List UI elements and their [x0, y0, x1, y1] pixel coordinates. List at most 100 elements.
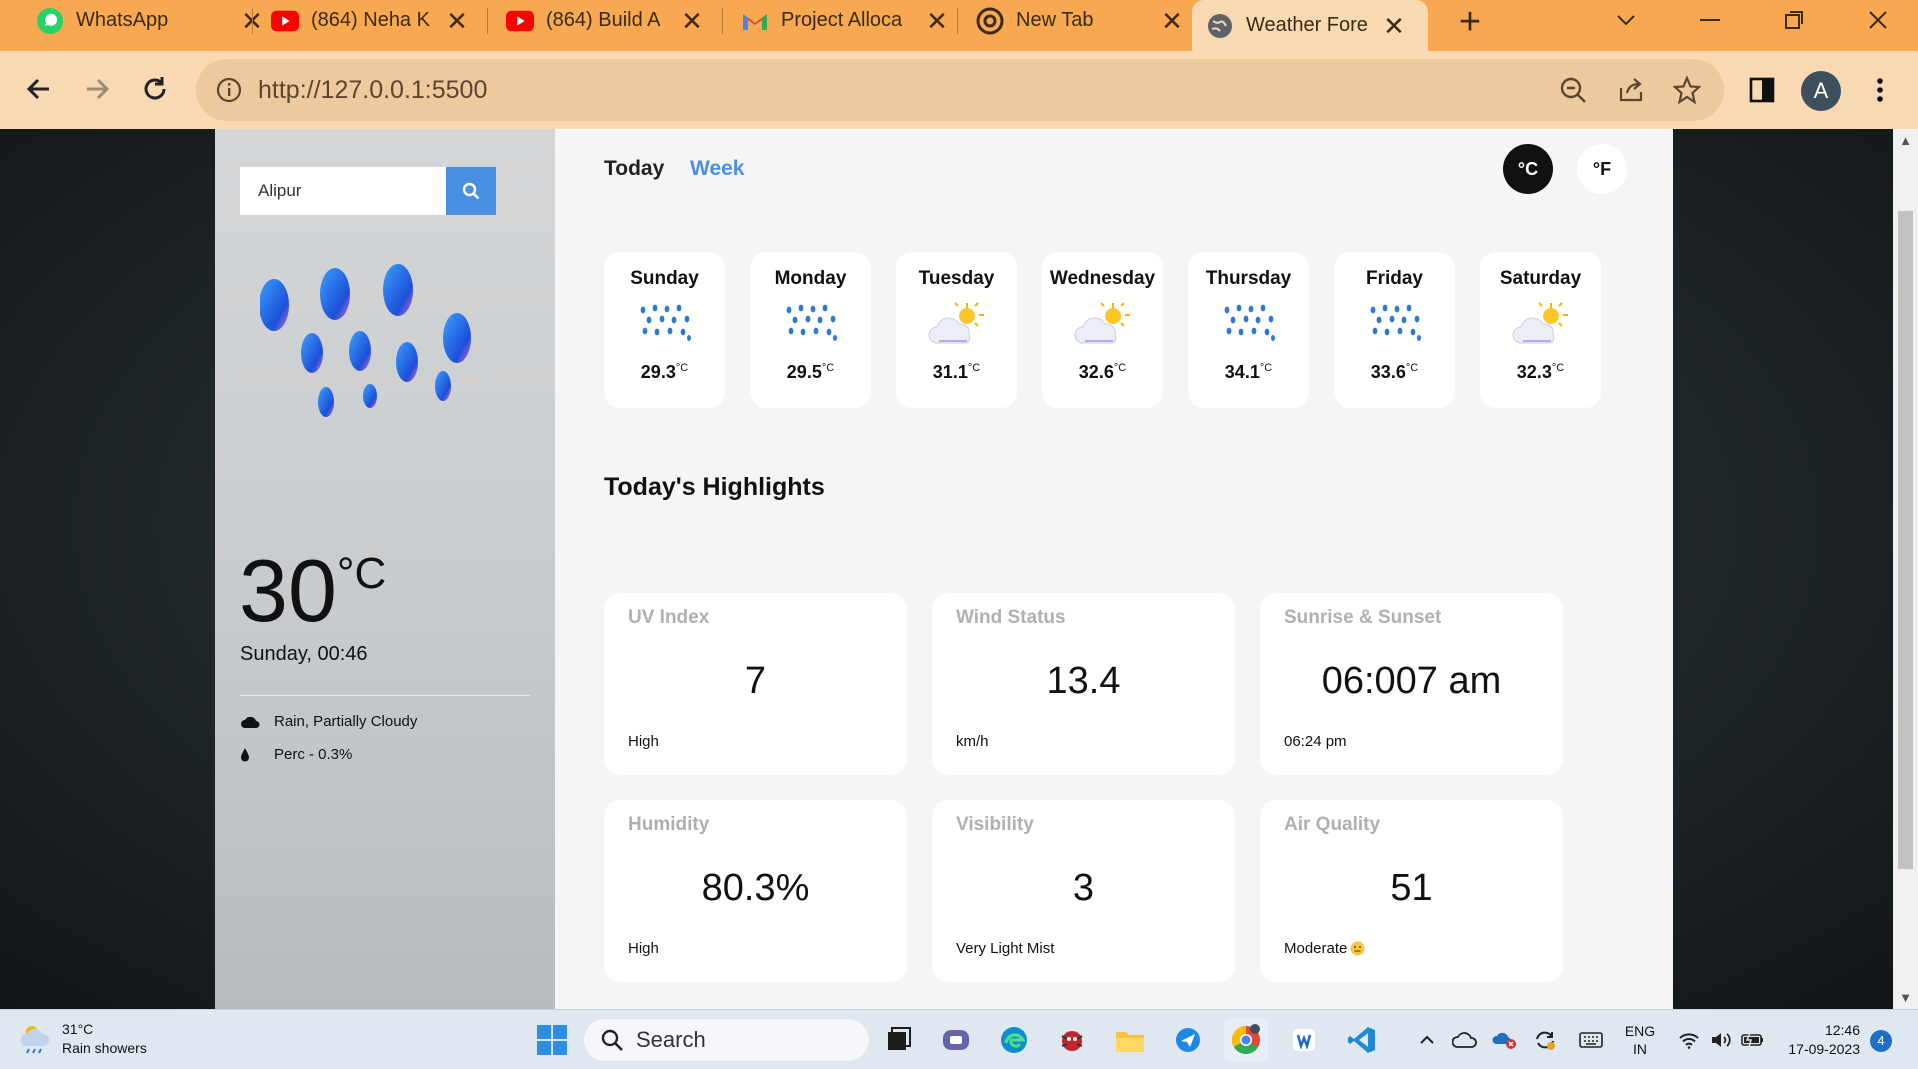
tab-new-tab[interactable]: New Tab ✕ [962, 0, 1200, 41]
show-hidden-icons-chevron-icon[interactable] [1412, 1010, 1442, 1069]
highlight-value: 80.3% [701, 867, 810, 909]
forecast-card-wednesday[interactable]: Wednesday 32.6°C [1042, 252, 1163, 408]
task-view-icon[interactable] [876, 1018, 920, 1062]
forecast-card-tuesday[interactable]: Tuesday 31.1°C [896, 252, 1017, 408]
highlight-sub: Very Light Mist [956, 940, 1055, 957]
zoom-icon[interactable] [1556, 73, 1590, 107]
youtube-icon [271, 7, 299, 35]
side-panel-icon[interactable] [1742, 70, 1782, 110]
highlight-humidity: Humidity 80.3% High [604, 800, 907, 982]
back-button[interactable] [14, 64, 64, 114]
scrollbar-thumb[interactable] [1898, 211, 1913, 869]
precipitation-row: Perc - 0.3% [240, 746, 352, 763]
restore-button[interactable] [1764, 0, 1824, 40]
start-button[interactable] [530, 1018, 574, 1062]
forecast-day: Monday [774, 268, 847, 289]
condition-text: Rain, Partially Cloudy [274, 713, 418, 730]
search-icon [462, 182, 480, 200]
close-tab-icon[interactable]: ✕ [678, 8, 706, 34]
close-tab-icon[interactable]: ✕ [1158, 8, 1186, 34]
forecast-card-saturday[interactable]: Saturday 32.3°C [1480, 252, 1601, 408]
water-drop-icon [241, 747, 249, 761]
onedrive-icon[interactable] [1450, 1010, 1480, 1069]
send-app-icon[interactable] [1166, 1018, 1210, 1062]
region-code: IN [1633, 1041, 1647, 1057]
close-window-button[interactable] [1848, 0, 1908, 40]
condition-row: Rain, Partially Cloudy [240, 713, 417, 730]
notification-badge[interactable]: 4 [1870, 1030, 1892, 1052]
forecast-card-thursday[interactable]: Thursday 34.1°C [1188, 252, 1309, 408]
highlight-label: Humidity [628, 814, 710, 835]
tab-week[interactable]: Week [690, 157, 744, 181]
city-search-input[interactable] [240, 167, 446, 215]
onedrive-error-icon[interactable] [1490, 1010, 1520, 1069]
forecast-card-monday[interactable]: Monday 29.5°C [750, 252, 871, 408]
profile-avatar[interactable]: A [1801, 71, 1841, 111]
menu-kebab-icon[interactable] [1860, 70, 1900, 110]
forecast-day: Wednesday [1049, 268, 1156, 289]
tab-search-chevron-icon[interactable] [1596, 0, 1656, 40]
url-text[interactable]: http://127.0.0.1:5500 [258, 76, 487, 105]
highlight-sub: High [628, 940, 659, 957]
tab-gmail-project[interactable]: Project Alloca ✕ [727, 0, 965, 41]
forecast-card-friday[interactable]: Friday 33.6°C [1334, 252, 1455, 408]
highlight-visibility: Visibility 3 Very Light Mist [932, 800, 1235, 982]
tab-weather-forecast[interactable]: Weather Fore ✕ [1192, 0, 1428, 51]
language-indicator[interactable]: ENG IN [1620, 1010, 1660, 1069]
share-icon[interactable] [1614, 73, 1648, 107]
sync-icon[interactable] [1530, 1010, 1560, 1069]
vscode-icon[interactable] [1340, 1018, 1384, 1062]
keyboard-icon[interactable] [1574, 1010, 1608, 1069]
bookmark-star-icon[interactable] [1670, 73, 1704, 107]
rain-icon [1188, 296, 1309, 352]
tab-youtube-neha[interactable]: (864) Neha Ka ✕ [257, 0, 485, 41]
reload-button[interactable] [130, 64, 180, 114]
system-clock[interactable]: 12:46 17-09-2023 [1776, 1010, 1860, 1069]
scroll-up-icon[interactable]: ▲ [1893, 133, 1918, 148]
minimize-button[interactable] [1680, 0, 1740, 40]
taskbar-weather-widget[interactable]: 31°C Rain showers [20, 1020, 147, 1058]
tab-youtube-build[interactable]: (864) Build A ✕ [492, 0, 720, 41]
address-bar[interactable]: http://127.0.0.1:5500 [196, 59, 1724, 121]
page-viewport: 30°C Sunday, 00:46 Rain, Partially Cloud… [0, 129, 1893, 1009]
tab-title: (864) Neha Ka [311, 9, 431, 31]
teams-chat-icon[interactable] [934, 1018, 978, 1062]
clock-date: 17-09-2023 [1788, 1041, 1860, 1057]
forecast-card-sunday[interactable]: Sunday 29.3°C [604, 252, 725, 408]
volume-icon[interactable] [1706, 1010, 1736, 1069]
fahrenheit-button[interactable]: °F [1577, 144, 1627, 194]
edge-browser-icon[interactable] [992, 1018, 1036, 1062]
battery-icon[interactable] [1738, 1010, 1768, 1069]
page-scrollbar[interactable]: ▲ ▼ [1893, 129, 1918, 1009]
writing-app-icon[interactable] [1282, 1018, 1326, 1062]
scroll-down-icon[interactable]: ▼ [1893, 990, 1918, 1005]
wifi-icon[interactable] [1674, 1010, 1704, 1069]
forecast-day: Saturday [1499, 268, 1582, 289]
close-tab-icon[interactable]: ✕ [443, 8, 471, 34]
highlight-label: UV Index [628, 607, 710, 628]
taskbar-search-placeholder: Search [636, 1027, 706, 1052]
close-tab-icon[interactable]: ✕ [923, 8, 951, 34]
tab-title: WhatsApp [76, 9, 169, 31]
highlight-air-quality: Air Quality 51 Moderate [1260, 800, 1563, 982]
highlight-label: Air Quality [1284, 814, 1381, 835]
forward-button[interactable] [72, 64, 122, 114]
tab-whatsapp[interactable]: WhatsApp ✕ [22, 0, 280, 41]
browser-tab-strip: WhatsApp ✕ (864) Neha Ka ✕ (864) Build A… [0, 0, 1918, 51]
taskbar-search-box[interactable]: Search [584, 1019, 869, 1061]
new-tab-button[interactable]: + [1450, 3, 1490, 44]
chrome-taskbar-icon[interactable] [1224, 1018, 1268, 1062]
close-tab-icon[interactable]: ✕ [1380, 13, 1408, 39]
highlight-value: 7 [744, 660, 767, 702]
bug-app-icon[interactable] [1050, 1018, 1094, 1062]
file-explorer-icon[interactable] [1108, 1018, 1152, 1062]
tab-title: Project Alloca [781, 9, 903, 31]
site-info-icon[interactable] [212, 73, 246, 107]
search-button[interactable] [446, 167, 496, 215]
chrome-icon [976, 7, 1004, 35]
rain-drops-illustration [260, 264, 471, 417]
globe-icon [1206, 12, 1234, 40]
celsius-button[interactable]: °C [1503, 144, 1553, 194]
highlight-sub: High [628, 733, 659, 750]
tab-today[interactable]: Today [604, 157, 664, 181]
